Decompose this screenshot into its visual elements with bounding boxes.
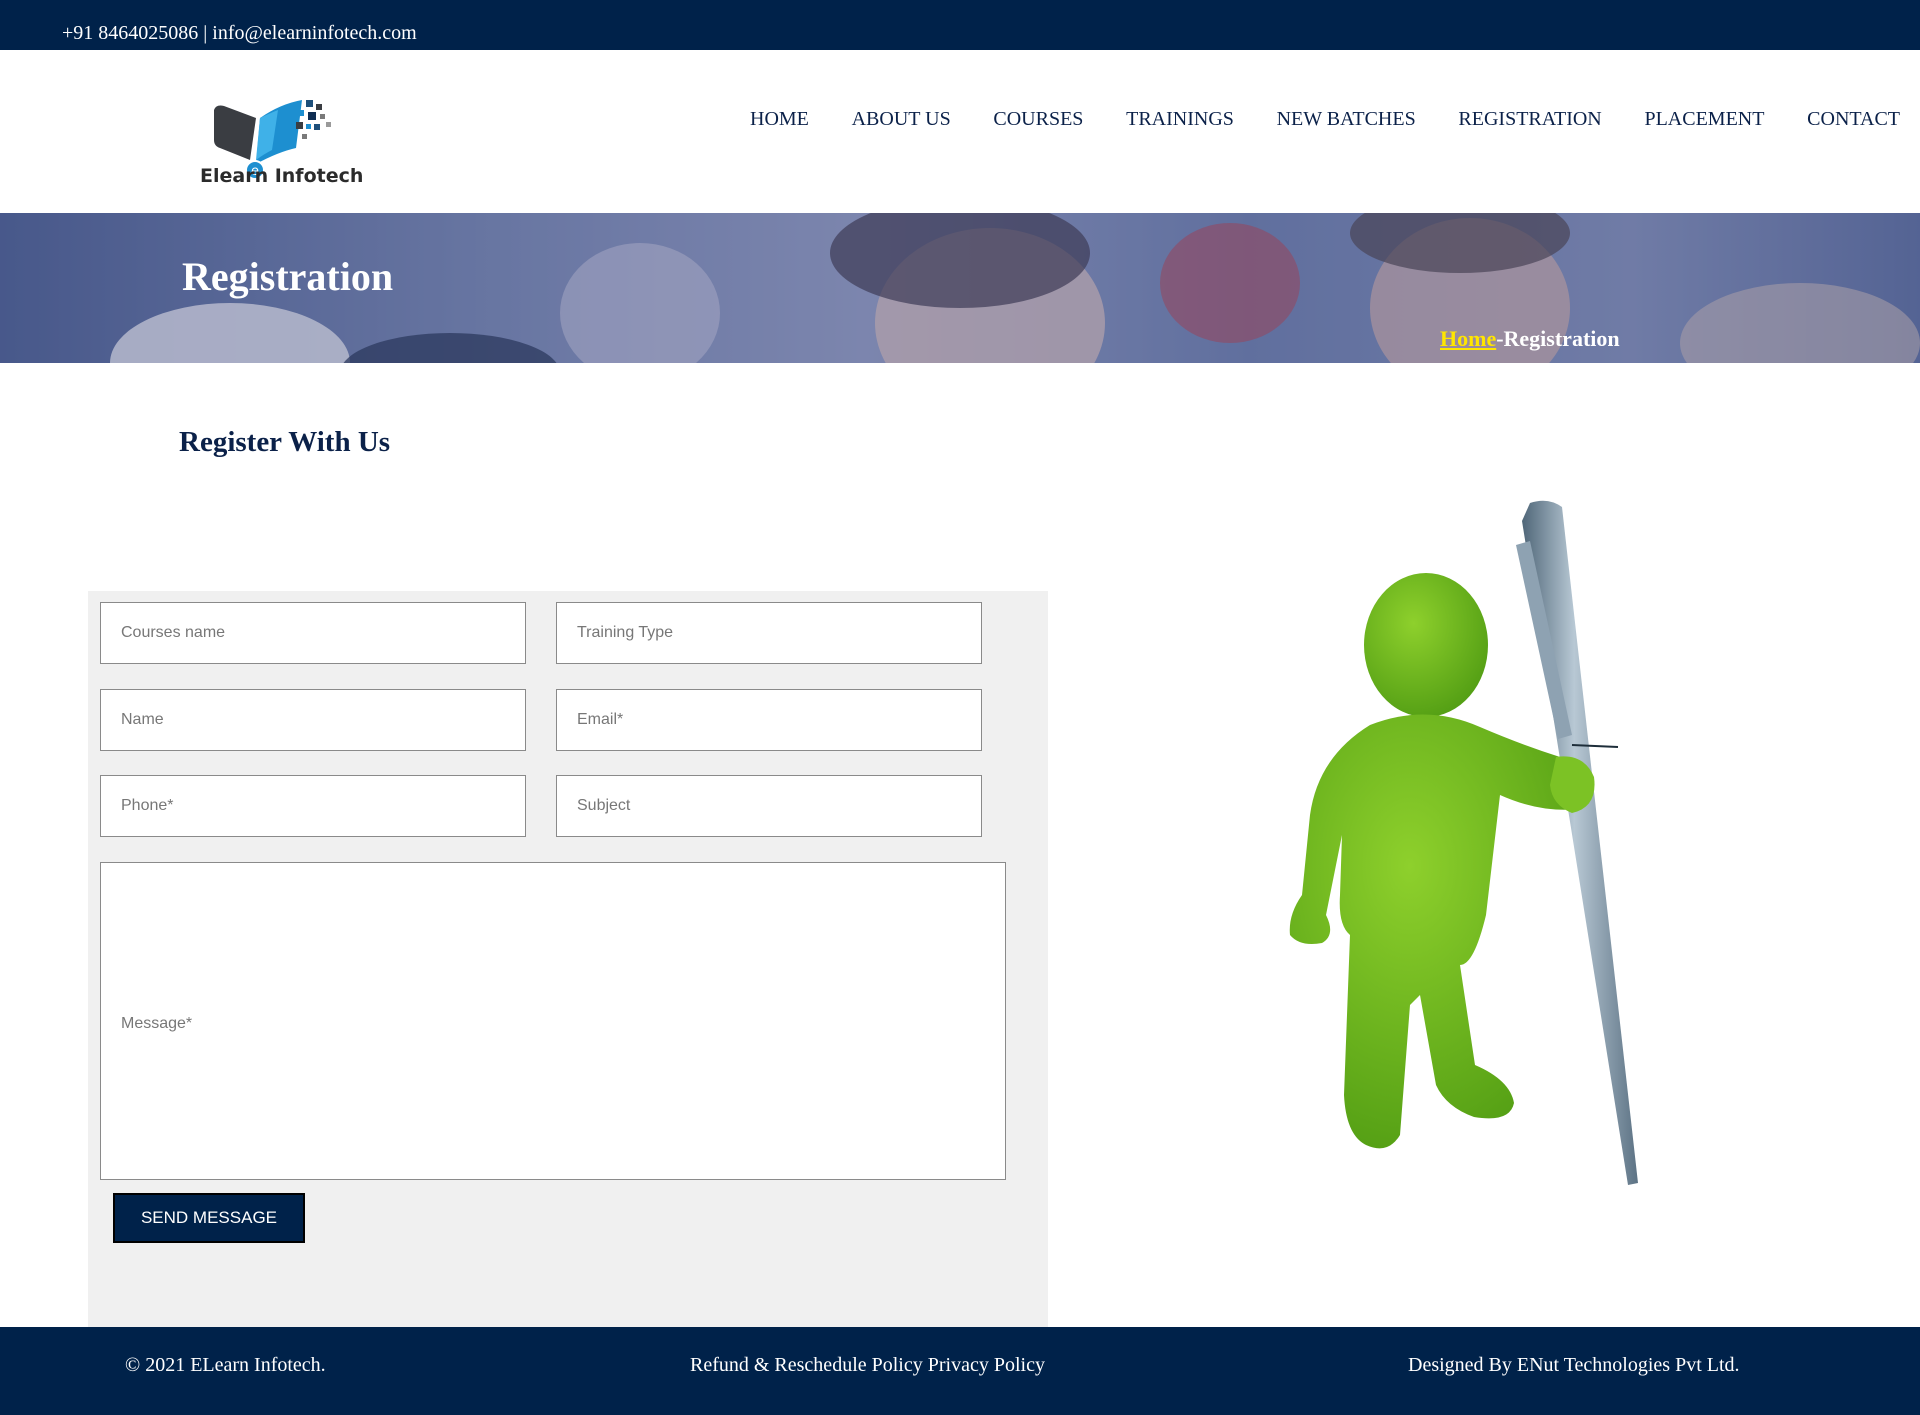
designer-credit: Designed By ENut Technologies Pvt Ltd. <box>1408 1354 1740 1376</box>
contact-info: +91 8464025086 | info@elearninfotech.com <box>62 22 417 44</box>
privacy-policy-link[interactable]: Privacy Policy <box>928 1354 1045 1376</box>
nav-about-us[interactable]: ABOUT US <box>852 108 951 131</box>
green-figure-with-pen-illustration <box>1289 500 1638 1185</box>
email-input[interactable] <box>556 689 982 751</box>
message-textarea[interactable] <box>100 862 1006 1180</box>
brand-name: Elearn Infotech <box>200 165 364 187</box>
breadcrumb-home-link[interactable]: Home <box>1440 326 1496 351</box>
nav-home[interactable]: HOME <box>750 108 809 131</box>
copyright-text: © 2021 ELearn Infotech. <box>125 1354 326 1376</box>
nav-new-batches[interactable]: NEW BATCHES <box>1277 108 1416 131</box>
breadcrumb-separator: - <box>1496 326 1504 351</box>
nav-contact[interactable]: CONTACT <box>1807 108 1900 131</box>
nav-trainings[interactable]: TRAININGS <box>1126 108 1234 131</box>
site-header: e Elearn Infotech HOME ABOUT US COURSES … <box>0 50 1920 213</box>
page-banner: Registration Home-Registration <box>0 213 1920 363</box>
send-message-button[interactable]: SEND MESSAGE <box>113 1193 305 1243</box>
nav-placement[interactable]: PLACEMENT <box>1644 108 1764 131</box>
registration-form: SEND MESSAGE <box>88 591 1048 1327</box>
courses-name-input[interactable] <box>100 602 526 664</box>
breadcrumb-current: Registration <box>1503 326 1620 351</box>
refund-policy-link[interactable]: Refund & Reschedule Policy <box>690 1354 923 1376</box>
nav-courses[interactable]: COURSES <box>993 108 1083 131</box>
training-type-input[interactable] <box>556 602 982 664</box>
page-title: Registration <box>182 254 394 299</box>
section-heading: Register With Us <box>179 426 391 458</box>
breadcrumb: Home-Registration <box>1440 326 1620 352</box>
footer-links: Refund & Reschedule Policy Privacy Polic… <box>690 1354 1045 1377</box>
subject-input[interactable] <box>556 775 982 837</box>
nav-registration[interactable]: REGISTRATION <box>1458 108 1601 131</box>
main-navigation: HOME ABOUT US COURSES TRAININGS NEW BATC… <box>750 108 1900 131</box>
top-contact-bar: +91 8464025086 | info@elearninfotech.com <box>0 0 1920 50</box>
site-footer: © 2021 ELearn Infotech. Refund & Resched… <box>0 1327 1920 1415</box>
phone-input[interactable] <box>100 775 526 837</box>
name-input[interactable] <box>100 689 526 751</box>
